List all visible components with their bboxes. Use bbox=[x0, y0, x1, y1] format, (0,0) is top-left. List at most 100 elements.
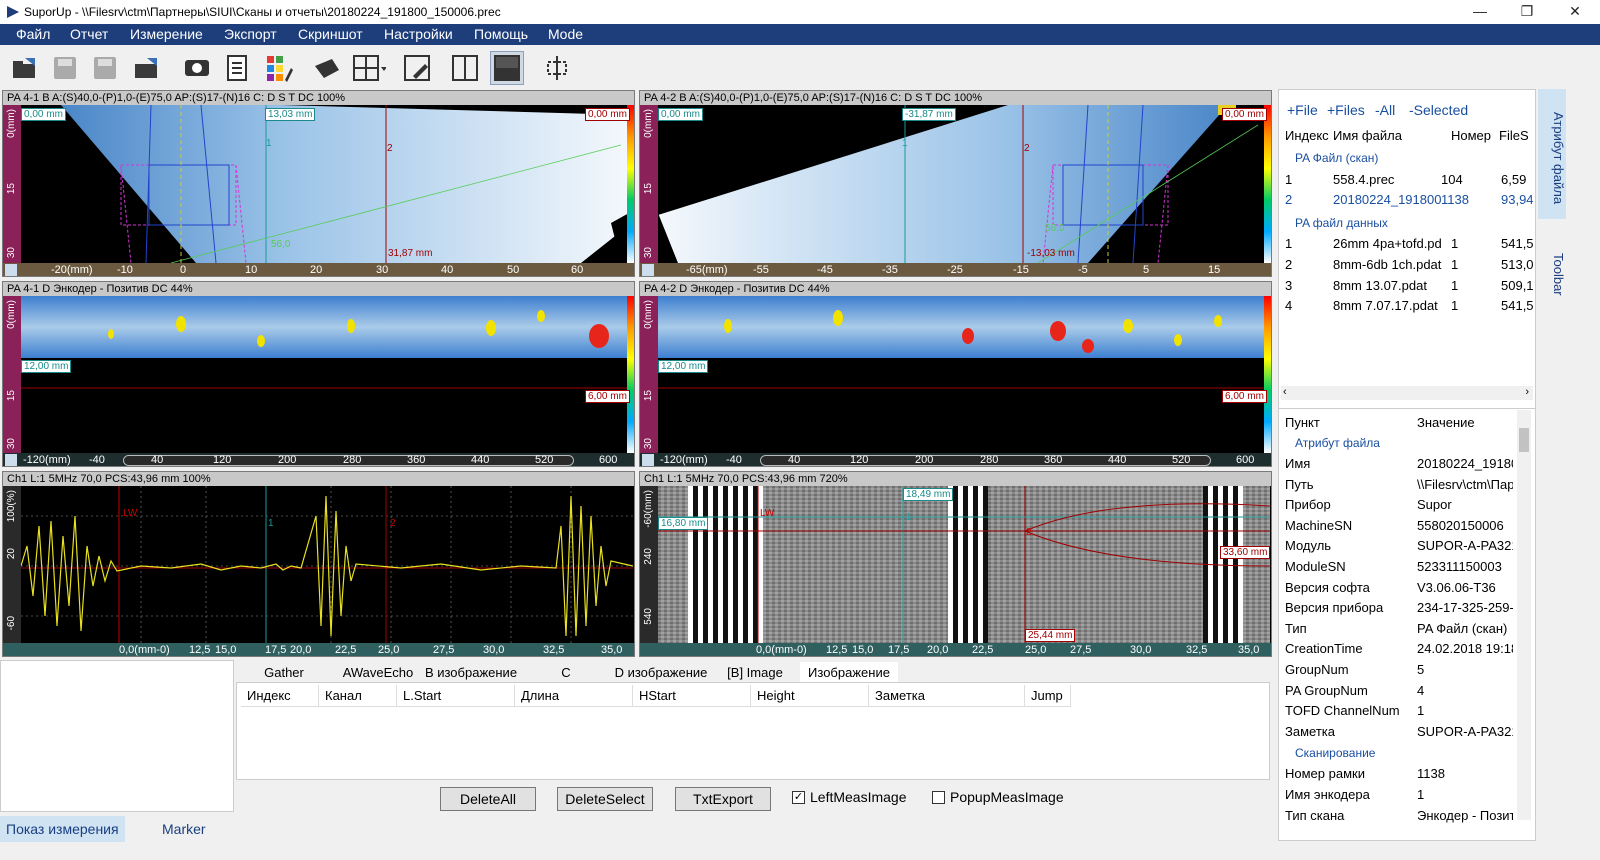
cursor2-label: 31,87 mm bbox=[388, 248, 433, 259]
col-item[interactable]: Пункт bbox=[1285, 415, 1320, 430]
popup-meas-label: PopupMeasImage bbox=[950, 789, 1064, 805]
col-value[interactable]: Значение bbox=[1417, 415, 1475, 430]
menu-mode[interactable]: Mode bbox=[548, 26, 583, 42]
col-index[interactable]: Индекс bbox=[241, 685, 319, 707]
remove-all-link[interactable]: -All bbox=[1375, 102, 1395, 118]
file-name[interactable]: 8mm-6db 1ch.pdat bbox=[1333, 257, 1451, 272]
scrollbar-thumb[interactable] bbox=[1519, 428, 1529, 452]
tab-show-measurement[interactable]: Показ измерения bbox=[0, 816, 125, 842]
minimize-button[interactable]: — bbox=[1465, 3, 1495, 21]
measure-range-icon[interactable] bbox=[540, 51, 574, 85]
col-hstart[interactable]: HStart bbox=[633, 685, 751, 707]
col-lstart[interactable]: L.Start bbox=[397, 685, 515, 707]
open-file-icon[interactable] bbox=[8, 51, 42, 85]
col-note[interactable]: Заметка bbox=[869, 685, 1025, 707]
tab-b-image-bracket[interactable]: [B] Image bbox=[714, 662, 796, 684]
close-button[interactable]: ✕ bbox=[1560, 3, 1590, 21]
menu-measure[interactable]: Измерение bbox=[130, 26, 203, 42]
x-tick: -55 bbox=[753, 264, 769, 276]
bscan-right-panel[interactable]: PA 4-2 B A:(S)40,0-(P)1,0-(E)75,0 AP:(S)… bbox=[639, 90, 1272, 277]
probe-icon[interactable] bbox=[310, 51, 344, 85]
dscan-right-panel[interactable]: PA 4-2 D Энкодер - Позитив DC 44% 0(mm) … bbox=[639, 281, 1272, 467]
color-scale bbox=[627, 105, 634, 263]
tab-file-attributes[interactable]: Атрибут файла bbox=[1538, 89, 1566, 219]
x-tick: 440 bbox=[1108, 454, 1127, 466]
x-tick: 15,0 bbox=[215, 644, 237, 656]
col-length[interactable]: Длина bbox=[515, 685, 633, 707]
popup-meas-checkbox[interactable] bbox=[932, 791, 945, 804]
tab-c-image[interactable]: C изображение bbox=[520, 662, 612, 702]
axis-corner-icon[interactable] bbox=[642, 264, 654, 276]
ascan-panel[interactable]: Ch1 L:1 5MHz 70,0 PCS:43,96 mm 100% 100(… bbox=[2, 471, 635, 657]
y-tick: 15 bbox=[643, 390, 654, 402]
measurement-table[interactable]: Индекс Канал L.Start Длина HStart Height… bbox=[236, 682, 1270, 780]
toolbar bbox=[0, 45, 1600, 89]
col-number[interactable]: Номер bbox=[1451, 128, 1491, 143]
file-index: 3 bbox=[1285, 278, 1293, 293]
tab-awave-echo[interactable]: AWaveEcho bbox=[334, 662, 422, 684]
tab-marker[interactable]: Marker bbox=[156, 816, 212, 842]
col-jump[interactable]: Jump bbox=[1025, 685, 1071, 707]
scroll-right-icon[interactable]: › bbox=[1525, 386, 1529, 398]
save-as-icon[interactable] bbox=[88, 51, 122, 85]
tab-gather[interactable]: Gather bbox=[240, 662, 328, 684]
left-meas-checkbox[interactable]: ✓ bbox=[792, 791, 805, 804]
x-tick: 5 bbox=[1143, 264, 1150, 276]
col-channel[interactable]: Канал bbox=[319, 685, 397, 707]
menu-report[interactable]: Отчет bbox=[70, 26, 108, 42]
tab-tofd-image[interactable]: Изображение TC bbox=[800, 662, 898, 684]
attr-key: Номер рамки bbox=[1285, 766, 1365, 782]
screenshot-icon[interactable] bbox=[180, 51, 214, 85]
angle-label: 56,0 bbox=[1045, 223, 1065, 234]
axis-corner-icon[interactable] bbox=[5, 264, 17, 276]
menu-help[interactable]: Помощь bbox=[474, 26, 528, 42]
menu-export[interactable]: Экспорт bbox=[224, 26, 277, 42]
save-icon[interactable] bbox=[48, 51, 82, 85]
panel-header: Ch1 L:1 5MHz 70,0 PCS:43,96 mm 720% bbox=[640, 472, 1271, 486]
report-icon[interactable] bbox=[220, 51, 254, 85]
horizontal-scrollbar[interactable]: ‹ › bbox=[1281, 386, 1533, 400]
split-horizontal-icon[interactable] bbox=[490, 51, 524, 85]
axis-corner-icon[interactable] bbox=[5, 454, 17, 466]
split-vertical-icon[interactable] bbox=[448, 51, 482, 85]
txt-export-button[interactable]: TxtExport bbox=[675, 787, 771, 811]
tab-d-image[interactable]: D изображение bbox=[614, 662, 708, 684]
menu-file[interactable]: Файл bbox=[16, 26, 50, 42]
menu-settings[interactable]: Настройки bbox=[384, 26, 453, 42]
tab-toolbar[interactable]: Toolbar bbox=[1538, 239, 1566, 309]
delete-select-button[interactable]: DeleteSelect bbox=[557, 787, 653, 811]
file-name[interactable]: 8mm 13.07.pdat bbox=[1333, 278, 1451, 293]
tab-b-image[interactable]: B изображение bbox=[424, 662, 518, 684]
file-number: 1138 bbox=[1441, 192, 1469, 207]
palette-icon[interactable] bbox=[262, 51, 296, 85]
file-name[interactable]: 8mm 7.07.17.pdat bbox=[1333, 298, 1451, 313]
scroll-left-icon[interactable]: ‹ bbox=[1283, 386, 1287, 398]
import-icon[interactable] bbox=[130, 51, 164, 85]
dscan-left-panel[interactable]: PA 4-1 D Энкодер - Позитив DC 44% 0(mm) … bbox=[2, 281, 635, 467]
file-name[interactable]: 20180224_191800 bbox=[1333, 192, 1441, 207]
col-filename[interactable]: Имя файла bbox=[1333, 128, 1402, 143]
vertical-scrollbar[interactable] bbox=[1517, 410, 1531, 820]
x-tick: 35,0 bbox=[1238, 644, 1260, 656]
add-file-link[interactable]: +File bbox=[1287, 102, 1318, 118]
remove-selected-link[interactable]: -Selected bbox=[1409, 102, 1468, 118]
maximize-button[interactable]: ❐ bbox=[1512, 3, 1542, 21]
attr-key: Имя bbox=[1285, 456, 1311, 471]
edit-view-icon[interactable] bbox=[400, 51, 434, 85]
col-height[interactable]: Height bbox=[751, 685, 869, 707]
attr-key: Заметка bbox=[1285, 723, 1335, 739]
col-index[interactable]: Индекс bbox=[1285, 128, 1329, 143]
attr-key: Версия софта bbox=[1285, 579, 1370, 595]
layout-dropdown-icon[interactable] bbox=[352, 51, 386, 85]
add-files-link[interactable]: +Files bbox=[1327, 102, 1365, 118]
y-tick: 15 bbox=[6, 183, 17, 195]
menu-screenshot[interactable]: Скриншот bbox=[298, 26, 363, 42]
file-name[interactable]: 558.4.prec bbox=[1333, 172, 1394, 187]
col-filesize[interactable]: FileS bbox=[1499, 128, 1533, 143]
tofd-panel[interactable]: Ch1 L:1 5MHz 70,0 PCS:43,96 mm 720% -60(… bbox=[639, 471, 1272, 657]
bscan-left-panel[interactable]: PA 4-1 B A:(S)40,0-(P)1,0-(E)75,0 AP:(S)… bbox=[2, 90, 635, 277]
axis-corner-icon[interactable] bbox=[642, 454, 654, 466]
file-name[interactable]: 26mm 4pa+tofd.pd bbox=[1333, 236, 1451, 251]
delete-all-button[interactable]: DeleteAll bbox=[440, 787, 536, 811]
attr-value: V3.06.06-T36 bbox=[1417, 579, 1496, 595]
